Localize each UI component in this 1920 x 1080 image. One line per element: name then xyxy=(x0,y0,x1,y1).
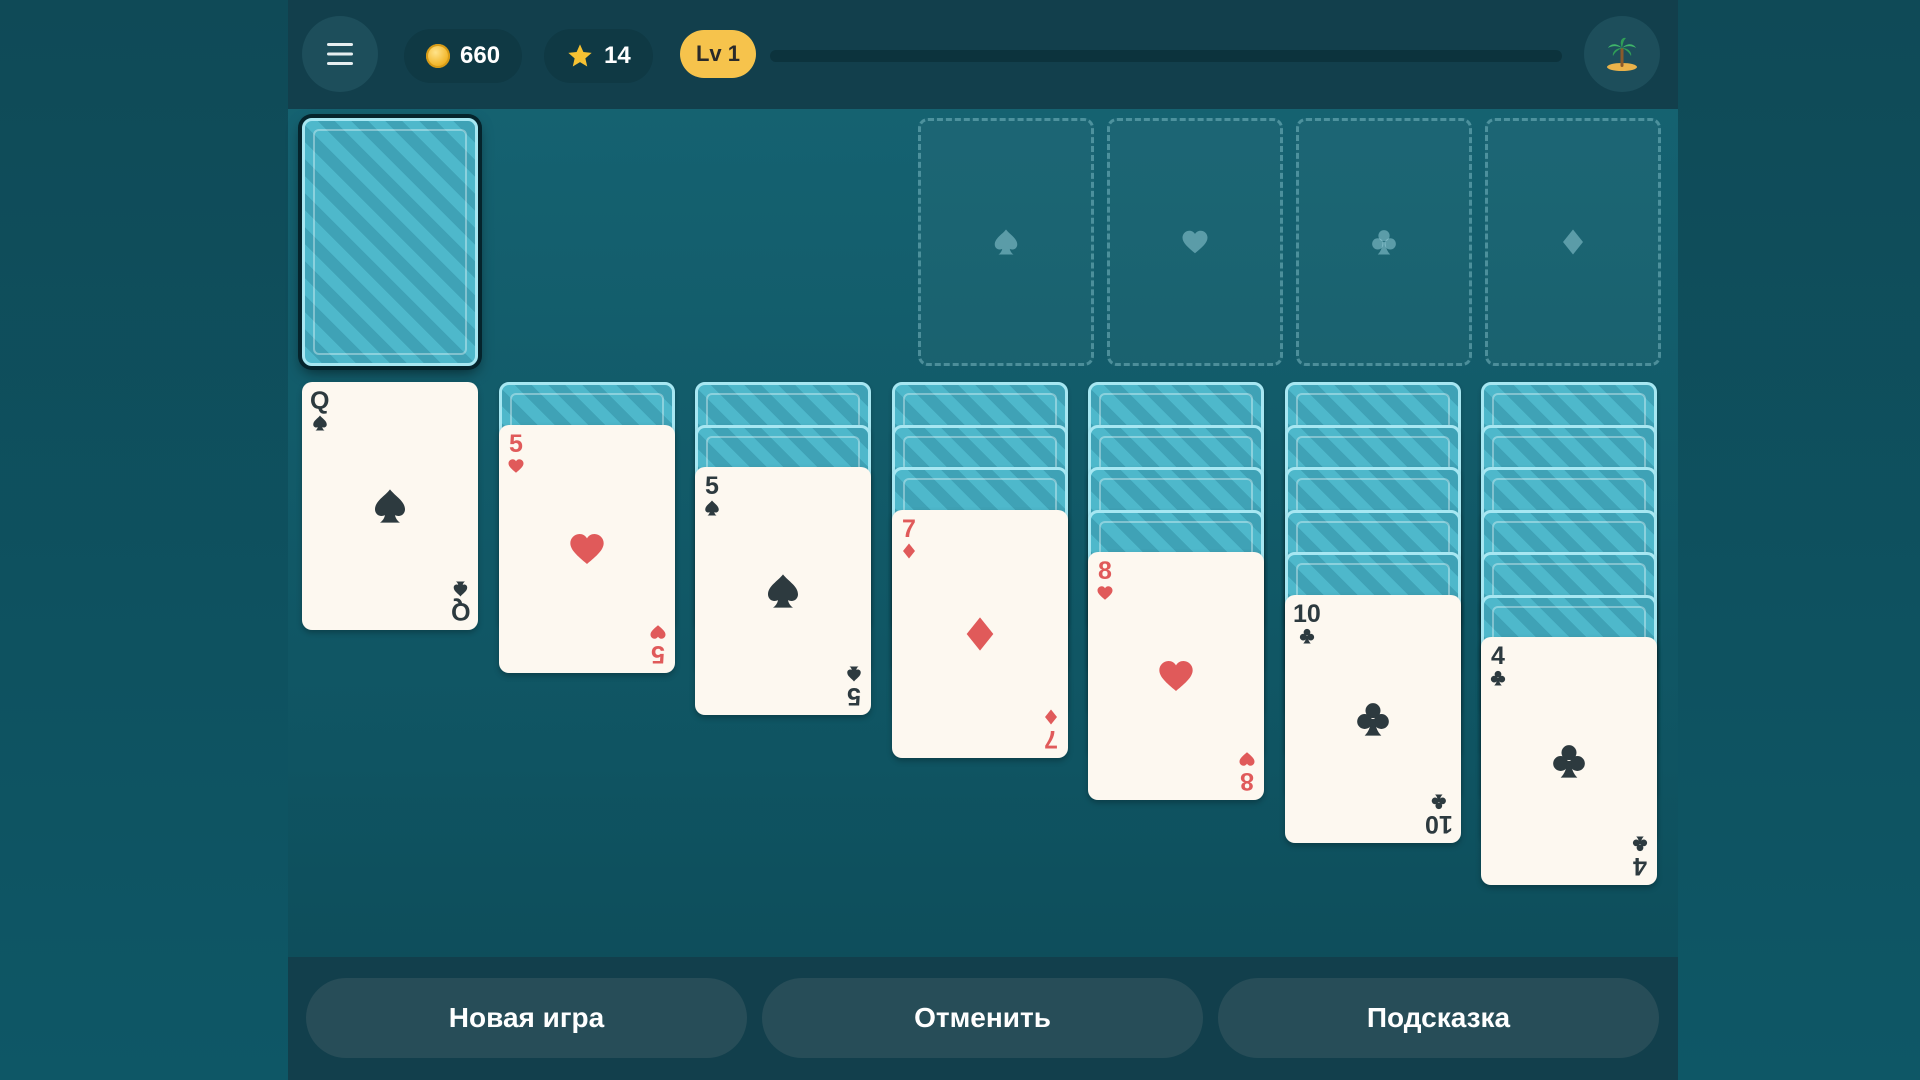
club-icon xyxy=(1357,703,1389,736)
heart-icon xyxy=(1182,230,1208,254)
card-corner-bottom: 5 xyxy=(649,623,667,668)
foundation-clubs[interactable] xyxy=(1296,118,1472,366)
menu-button[interactable] xyxy=(302,16,378,92)
coins-value: 660 xyxy=(460,42,501,69)
spade-icon xyxy=(847,666,861,682)
card-corner-bottom: 10 xyxy=(1425,793,1453,838)
diamond-icon xyxy=(966,617,994,651)
stars-counter: 14 xyxy=(544,29,653,83)
tableau-card[interactable]: QQ xyxy=(302,382,478,630)
card-corner-bottom: 4 xyxy=(1631,835,1649,880)
spade-icon xyxy=(312,415,327,431)
club-icon xyxy=(1553,745,1585,778)
foundation-hearts[interactable] xyxy=(1107,118,1283,366)
card-rank: 5 xyxy=(705,472,719,500)
theme-button[interactable] xyxy=(1584,16,1660,92)
diamond-icon xyxy=(1045,709,1057,725)
hamburger-menu-icon xyxy=(327,43,353,65)
tableau-card[interactable]: 44 xyxy=(1481,637,1657,885)
palm-island-icon xyxy=(1607,37,1637,71)
card-corner-top: 5 xyxy=(703,473,721,517)
card-rank: 4 xyxy=(1491,642,1505,670)
tableau-card[interactable]: 55 xyxy=(499,425,675,673)
stock-pile[interactable] xyxy=(302,118,478,366)
card-rank: 5 xyxy=(847,682,861,710)
card-rank: 4 xyxy=(1633,852,1647,880)
spade-icon xyxy=(453,581,468,597)
level-progress-bar xyxy=(770,50,1562,62)
card-rank: 5 xyxy=(509,430,523,458)
card-rank: 10 xyxy=(1425,810,1453,838)
heart-icon xyxy=(650,625,666,639)
card-corner-bottom: 5 xyxy=(845,665,863,710)
diamond-icon xyxy=(903,543,915,559)
card-rank: 7 xyxy=(1044,725,1058,753)
spade-icon xyxy=(994,229,1018,255)
coin-icon xyxy=(426,44,450,68)
stars-value: 14 xyxy=(604,42,631,69)
level-badge: Lv 1 xyxy=(680,30,756,78)
spade-icon xyxy=(768,574,798,608)
game-board: 660 14 Lv 1 Q Q 5 5 5 5 7 7 8 8 10 10 4 … xyxy=(288,0,1678,1080)
heart-icon xyxy=(1239,752,1255,766)
tableau-card[interactable]: 55 xyxy=(695,467,871,715)
card-corner-top: 8 xyxy=(1096,558,1114,602)
hint-button[interactable]: Подсказка xyxy=(1218,978,1659,1058)
tableau-card[interactable]: 88 xyxy=(1088,552,1264,800)
spade-icon xyxy=(375,489,405,523)
card-rank: 8 xyxy=(1240,767,1254,795)
card-rank: 10 xyxy=(1293,600,1321,628)
foundation-diamonds[interactable] xyxy=(1485,118,1661,366)
card-rank: Q xyxy=(450,597,470,625)
card-corner-bottom: 8 xyxy=(1238,750,1256,795)
card-rank: 5 xyxy=(651,640,665,668)
card-corner-top: 10 xyxy=(1293,601,1321,645)
card-rank: 8 xyxy=(1098,557,1112,585)
bottom-bar: Новая игра Отменить Подсказка xyxy=(288,957,1678,1080)
tableau-card[interactable]: 10 10 xyxy=(1285,595,1461,843)
top-bar: 660 14 Lv 1 xyxy=(288,0,1678,109)
card-rank: Q xyxy=(310,387,330,415)
coins-counter: 660 xyxy=(404,29,523,83)
club-icon xyxy=(1372,230,1396,255)
club-icon xyxy=(1299,628,1315,644)
card-corner-top: 5 xyxy=(507,431,525,475)
heart-icon xyxy=(1159,661,1193,691)
card-rank: 7 xyxy=(902,515,916,543)
card-corner-bottom: 7 xyxy=(1042,708,1060,753)
tableau-card[interactable]: 77 xyxy=(892,510,1068,758)
new-game-button[interactable]: Новая игра xyxy=(306,978,747,1058)
star-icon xyxy=(568,44,592,67)
undo-button[interactable]: Отменить xyxy=(762,978,1203,1058)
heart-icon xyxy=(508,459,524,473)
club-icon xyxy=(1632,836,1648,852)
diamond-icon xyxy=(1563,229,1583,255)
club-icon xyxy=(1431,794,1447,810)
foundation-spades[interactable] xyxy=(918,118,1094,366)
heart-icon xyxy=(570,534,604,564)
card-corner-top: 4 xyxy=(1489,643,1507,687)
card-corner-bottom: Q xyxy=(450,580,470,625)
card-corner-top: Q xyxy=(310,388,329,432)
spade-icon xyxy=(705,500,719,516)
heart-icon xyxy=(1097,586,1113,600)
club-icon xyxy=(1490,670,1506,686)
card-corner-top: 7 xyxy=(900,516,918,560)
